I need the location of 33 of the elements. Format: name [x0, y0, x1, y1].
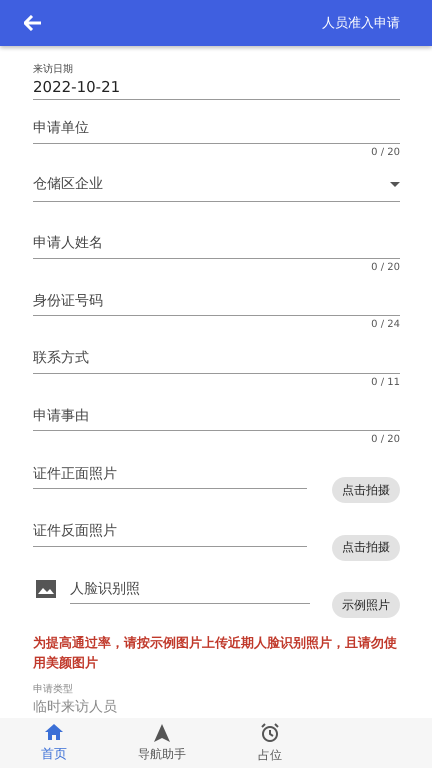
- caret-icon: [390, 182, 400, 186]
- field-value: 临时来访人员: [33, 698, 118, 716]
- field-label: 申请类型: [33, 682, 74, 696]
- image-icon: [36, 580, 56, 598]
- nav-tab[interactable]: 导航助手: [108, 718, 216, 768]
- field-label: 来访日期: [33, 62, 74, 76]
- warning-text: 为提高通过率，请按示例图片上传近期人脸识别照片，且请勿使用美颜图片: [33, 634, 398, 672]
- photo-button[interactable]: 示例照片: [332, 592, 400, 618]
- back-icon[interactable]: [24, 15, 42, 31]
- page-title: 人员准入申请: [322, 15, 400, 32]
- photo-button[interactable]: 点击拍摄: [332, 534, 400, 560]
- character-counter: 0 / 11: [370, 376, 400, 388]
- input-field[interactable]: 身份证号码: [33, 272, 400, 316]
- character-counter: 0 / 20: [370, 146, 400, 158]
- input-field[interactable]: 申请事由: [33, 388, 400, 431]
- input-field[interactable]: 联系方式: [33, 330, 400, 374]
- input-field[interactable]: 申请人姓名: [33, 215, 400, 258]
- character-counter: 0 / 20: [370, 262, 400, 272]
- alarm-clock-icon: [260, 722, 280, 742]
- home-icon: [44, 723, 64, 741]
- photo-button[interactable]: 点击拍摄: [332, 477, 400, 503]
- date-field[interactable]: 来访日期 2022-10-21: [33, 62, 400, 100]
- nav-tab[interactable]: 占位: [216, 718, 324, 768]
- input-field[interactable]: 证件正面照片: [33, 445, 307, 489]
- navigation-arrow-icon: [154, 724, 170, 742]
- input-field[interactable]: 证件反面照片: [33, 502, 307, 546]
- nav-tab[interactable]: 首页: [0, 718, 108, 768]
- input-field[interactable]: 人脸识别照: [70, 560, 310, 604]
- dropdown-field[interactable]: 仓储区企业: [33, 158, 400, 202]
- input-field[interactable]: 申请单位: [33, 100, 400, 144]
- character-counter: 0 / 20: [370, 434, 400, 445]
- field-value: 2022-10-21: [33, 78, 122, 96]
- character-counter: 0 / 24: [370, 319, 400, 330]
